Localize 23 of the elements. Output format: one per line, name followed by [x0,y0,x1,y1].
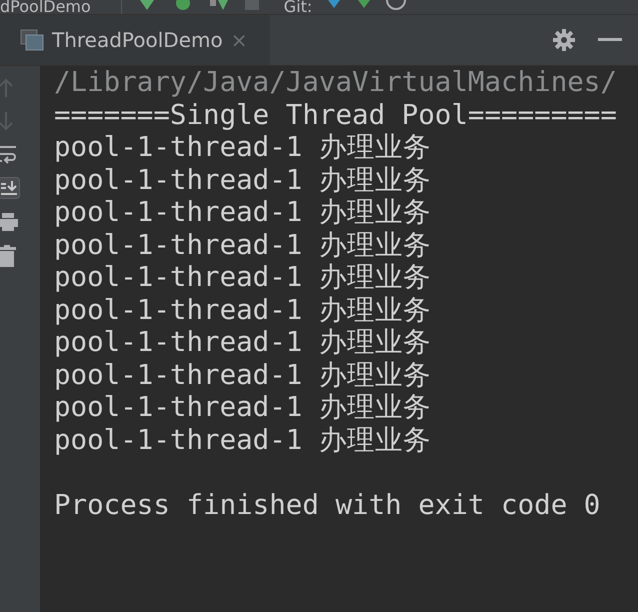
console-line: pool-1-thread-1 办理业务 [54,424,432,456]
console-line: pool-1-thread-1 办理业务 [54,391,432,424]
run-configuration-dropdown[interactable]: dPoolDemo [0,0,122,14]
console-line: Process finished with exit code 0 [54,488,602,521]
settings-icon[interactable] [552,28,576,52]
minimize-icon[interactable] [598,38,622,42]
vcs-label: Git: [284,0,312,14]
console-line: =======Single Thread Pool========= [54,98,618,131]
console-line: pool-1-thread-1 办理业务 [54,196,432,228]
trash-icon[interactable] [0,245,16,267]
console-line: pool-1-thread-1 办理业务 [54,294,432,326]
console-line: pool-1-thread-1 办理业务 [54,228,432,261]
console-line: pool-1-thread-1 办理业务 [54,164,432,196]
console-window-icon [20,29,44,51]
print-icon[interactable] [0,212,18,232]
console-tab[interactable]: ThreadPoolDemo × [0,15,270,65]
scroll-to-end-icon[interactable] [0,177,20,199]
console-line: pool-1-thread-1 办理业务 [54,326,432,358]
console-line: pool-1-thread-1 办理业务 [54,131,432,164]
console-line: /Library/Java/JavaVirtualMachines/ [54,66,618,98]
console-line: pool-1-thread-1 办理业务 [54,358,432,391]
console-line: pool-1-thread-1 办理业务 [54,261,432,294]
soft-wrap-icon[interactable] [0,144,18,164]
